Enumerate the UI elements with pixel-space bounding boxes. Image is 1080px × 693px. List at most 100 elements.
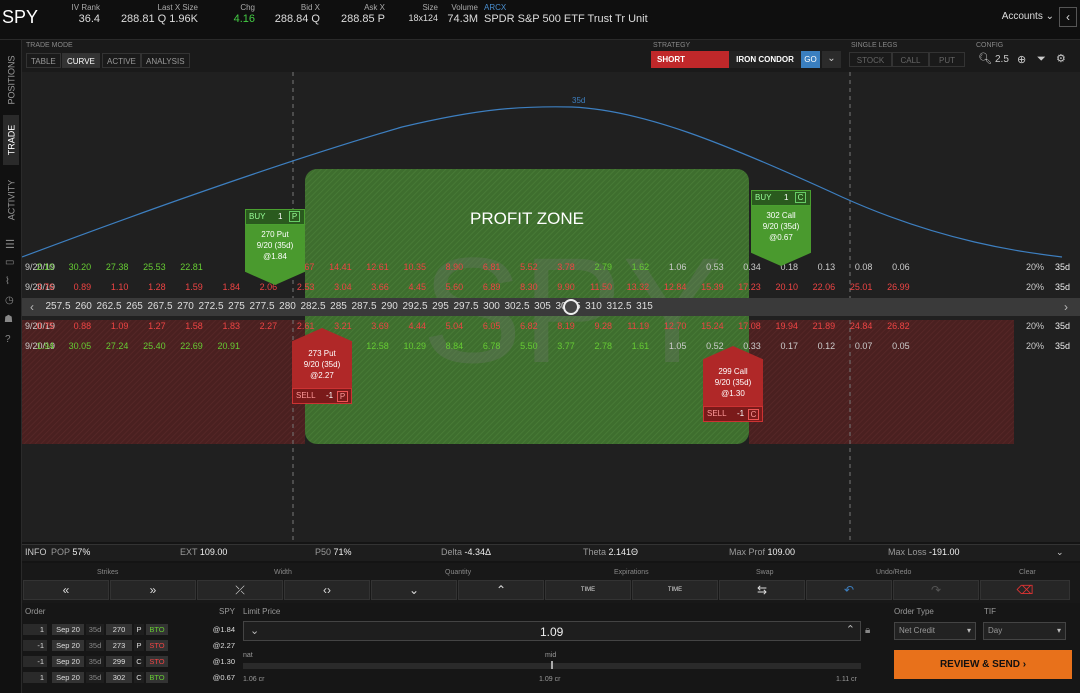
mode-table[interactable]: TABLE xyxy=(26,53,61,68)
order-exp[interactable]: Sep 20 xyxy=(52,672,84,683)
option-price-cell[interactable]: 19.94 xyxy=(758,321,798,331)
order-qty[interactable]: 1 xyxy=(23,624,47,635)
option-price-cell[interactable]: 1.94 xyxy=(14,341,54,351)
strikes-up-button[interactable]: » xyxy=(110,580,196,600)
order-oc[interactable]: STO xyxy=(146,640,168,651)
option-price-cell[interactable]: 1.05 xyxy=(646,341,687,351)
option-price-cell[interactable]: 0.07 xyxy=(832,341,873,351)
option-price-cell[interactable]: 22.06 xyxy=(795,282,836,292)
option-price-cell[interactable]: 15.24 xyxy=(684,321,724,331)
option-price-cell[interactable]: 3.78 xyxy=(535,262,575,272)
option-price-cell[interactable]: 1.58 xyxy=(163,321,203,331)
option-price-cell[interactable]: 12.58 xyxy=(349,341,389,351)
help-icon[interactable]: ? xyxy=(5,334,11,345)
option-price-cell[interactable]: 20.91 xyxy=(200,341,240,351)
sell-call-tag[interactable]: 299 Call 9/20 (35d) @1.30 SELL -1 C xyxy=(703,346,763,422)
option-price-cell[interactable]: 3.69 xyxy=(349,321,389,331)
chevron-down-icon[interactable]: ⌄ xyxy=(822,51,841,68)
collapse-icon[interactable]: ‹ xyxy=(1059,7,1077,27)
option-price-cell[interactable]: 12.70 xyxy=(646,321,687,331)
option-price-cell[interactable]: 17.08 xyxy=(721,321,761,331)
scroll-right-icon[interactable]: › xyxy=(1064,300,1068,314)
option-price-cell[interactable]: 27.24 xyxy=(88,341,129,351)
option-price-cell[interactable]: 3.04 xyxy=(312,282,352,292)
option-price-cell[interactable]: 6.82 xyxy=(498,321,538,331)
quantity-down-button[interactable]: ⌄ xyxy=(371,580,457,600)
order-type[interactable]: P xyxy=(134,624,144,635)
undo-icon[interactable]: ↶ xyxy=(806,580,892,600)
order-exp[interactable]: Sep 20 xyxy=(52,624,84,635)
leg-stock[interactable]: STOCK xyxy=(849,52,892,67)
option-price-cell[interactable]: 1.62 xyxy=(609,262,650,272)
option-price-cell[interactable]: 6.89 xyxy=(460,282,501,292)
option-price-cell[interactable]: 9.90 xyxy=(535,282,575,292)
tab-positions[interactable]: POSITIONS xyxy=(3,50,19,110)
option-price-cell[interactable]: 4.45 xyxy=(386,282,426,292)
option-price-cell[interactable]: 11.19 xyxy=(609,321,649,331)
option-price-cell[interactable]: 2.78 xyxy=(572,341,612,351)
option-price-cell[interactable]: 25.53 xyxy=(126,262,166,272)
option-price-cell[interactable]: 5.52 xyxy=(498,262,538,272)
option-price-cell[interactable]: 1.06 xyxy=(646,262,687,272)
order-dte[interactable]: 35d xyxy=(86,624,104,635)
option-price-cell[interactable]: 5.60 xyxy=(423,282,464,292)
option-price-cell[interactable]: 8.84 xyxy=(423,341,464,351)
expiration-earlier-button[interactable]: TIME xyxy=(545,580,631,600)
option-price-cell[interactable]: 30.05 xyxy=(51,341,92,351)
option-price-cell[interactable]: 1.59 xyxy=(163,282,203,292)
option-price-cell[interactable]: 8.90 xyxy=(423,262,464,272)
option-price-cell[interactable]: 26.99 xyxy=(870,282,910,292)
order-exp[interactable]: Sep 20 xyxy=(52,656,84,667)
option-price-cell[interactable]: 21.89 xyxy=(795,321,836,331)
tab-trade[interactable]: TRADE xyxy=(3,115,19,165)
mode-analysis[interactable]: ANALYSIS xyxy=(141,53,190,68)
option-price-cell[interactable]: 0.08 xyxy=(832,262,873,272)
option-price-cell[interactable]: 0.06 xyxy=(870,262,910,272)
sell-put-tag[interactable]: 273 Put 9/20 (35d) @2.27 SELL -1 P xyxy=(292,328,352,404)
option-price-cell[interactable]: 17.23 xyxy=(721,282,761,292)
option-price-cell[interactable]: 13.32 xyxy=(609,282,650,292)
expiration-later-button[interactable]: TIME xyxy=(632,580,718,600)
option-price-cell[interactable]: 27.38 xyxy=(88,262,129,272)
option-price-cell[interactable]: 6.78 xyxy=(460,341,501,351)
zoom-out-icon[interactable]: 🔍︎ xyxy=(978,52,992,65)
swap-icon[interactable]: ⇆ xyxy=(719,580,805,600)
option-price-cell[interactable]: 12.84 xyxy=(646,282,687,292)
tab-activity[interactable]: ACTIVITY xyxy=(3,175,19,225)
option-price-cell[interactable]: 8.19 xyxy=(535,321,575,331)
lock-icon[interactable]: 🔒︎ xyxy=(865,625,870,636)
leg-call[interactable]: CALL xyxy=(892,52,929,67)
redo-icon[interactable]: ↷ xyxy=(893,580,979,600)
option-price-cell[interactable]: 25.40 xyxy=(126,341,166,351)
buy-put-tag[interactable]: BUY 1 P 270 Put 9/20 (35d) @1.84 xyxy=(245,209,305,285)
accounts-menu[interactable]: Accounts ⌄ xyxy=(1002,11,1054,22)
option-price-cell[interactable]: 0.05 xyxy=(870,341,910,351)
option-price-cell[interactable]: 20.10 xyxy=(758,282,798,292)
option-price-cell[interactable]: 5.50 xyxy=(498,341,538,351)
list-icon[interactable]: ☰ xyxy=(5,238,15,251)
option-price-cell[interactable]: 26.82 xyxy=(870,321,910,331)
mode-active[interactable]: ACTIVE xyxy=(102,53,141,68)
slider-handle[interactable] xyxy=(551,661,553,669)
chevron-up-icon[interactable]: ⌃ xyxy=(846,623,855,636)
option-price-cell[interactable]: 30.20 xyxy=(51,262,92,272)
option-price-cell[interactable]: 5.04 xyxy=(423,321,464,331)
option-price-cell[interactable]: 24.84 xyxy=(832,321,873,331)
option-price-cell[interactable]: 1.61 xyxy=(609,341,650,351)
option-price-cell[interactable]: 3.77 xyxy=(535,341,575,351)
option-price-cell[interactable]: 1.83 xyxy=(200,321,240,331)
people-icon[interactable]: ☗ xyxy=(4,314,13,325)
option-price-cell[interactable]: 25.01 xyxy=(832,282,873,292)
option-price-cell[interactable]: 0.17 xyxy=(758,341,798,351)
option-price-cell[interactable]: 6.05 xyxy=(460,321,501,331)
option-price-cell[interactable]: 3.76 xyxy=(14,282,54,292)
strategy-select[interactable]: IRON CONDOR xyxy=(729,51,801,68)
option-price-cell[interactable]: 2.79 xyxy=(572,262,612,272)
option-price-cell[interactable]: 14.41 xyxy=(312,262,352,272)
chart-icon[interactable]: ⌇ xyxy=(5,276,10,287)
strikes-down-button[interactable]: « xyxy=(23,580,109,600)
eraser-icon[interactable]: ⌫ xyxy=(980,580,1070,600)
option-price-cell[interactable]: 0.88 xyxy=(51,321,92,331)
option-price-cell[interactable]: 1.28 xyxy=(126,282,166,292)
option-price-cell[interactable]: 10.35 xyxy=(386,262,426,272)
